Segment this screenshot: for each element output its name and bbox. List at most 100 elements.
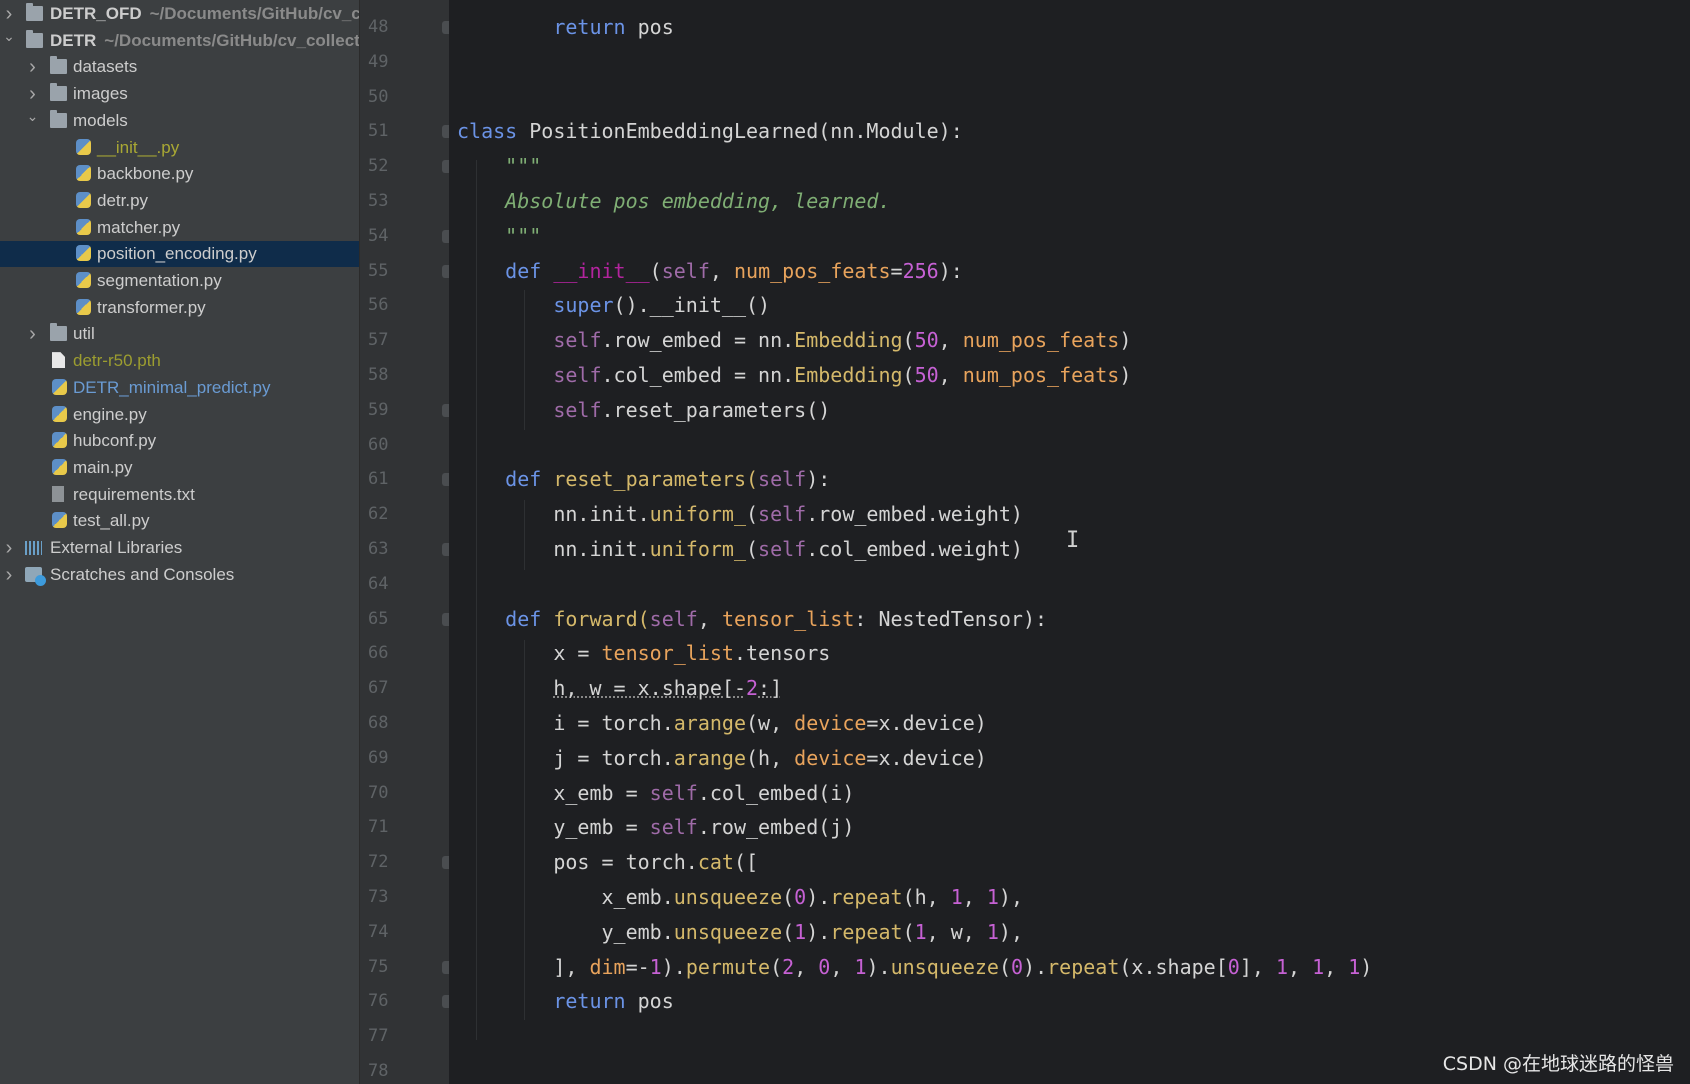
python-file-icon [76, 191, 91, 208]
code-token: tensor_list [601, 641, 734, 666]
chevron-right-icon[interactable]: › [26, 321, 40, 347]
code-token: class [457, 119, 518, 144]
code-line[interactable]: return pos [457, 984, 673, 1019]
python-file-icon [76, 218, 91, 235]
line-number: 64 [368, 573, 389, 594]
line-number: 49 [368, 51, 389, 72]
line-number: 60 [368, 434, 389, 455]
code-line[interactable]: """ [457, 219, 541, 254]
code-line[interactable]: self.reset_parameters() [457, 393, 830, 428]
code-token: permute [685, 954, 771, 979]
code-line[interactable]: Absolute pos embedding, learned. [457, 184, 890, 219]
code-line[interactable]: nn.init.uniform_(self.row_embed.weight) [457, 497, 1023, 532]
chevron-right-icon[interactable]: › [26, 81, 40, 107]
tree-item-text: detr.py [97, 188, 148, 214]
code-token: , [1324, 954, 1349, 979]
code-line[interactable]: """ [457, 149, 541, 184]
tree-item[interactable]: test_all.py [0, 508, 359, 534]
tree-item[interactable]: › Scratches and Consoles [0, 562, 359, 588]
code-token: = [890, 258, 903, 283]
code-line[interactable]: y_emb = self.row_embed(j) [457, 810, 854, 845]
code-token: : NestedTensor): [854, 606, 1048, 631]
code-line[interactable]: return pos [457, 10, 673, 45]
tree-item-label: transformer.py [97, 297, 206, 317]
code-token: ], [553, 954, 590, 979]
code-line[interactable]: i = torch.arange(w, device=x.device) [457, 706, 987, 741]
code-line[interactable]: x_emb = self.col_embed(i) [457, 776, 854, 811]
tree-item-text: position_encoding.py [97, 241, 257, 267]
tree-item[interactable]: hubconf.py [0, 428, 359, 454]
code-line[interactable]: y_emb.unsqueeze(1).repeat(1, w, 1), [457, 915, 1024, 950]
python-file-icon [76, 298, 91, 315]
code-line[interactable]: x = tensor_list.tensors [457, 636, 830, 671]
code-line[interactable]: h, w = x.shape[-2:] [457, 671, 782, 706]
tree-item[interactable]: DETR_minimal_predict.py [0, 375, 359, 401]
code-token: 1 [1348, 954, 1361, 979]
chevron-right-icon[interactable]: › [2, 1, 16, 27]
line-number: 55 [368, 260, 389, 281]
tree-item[interactable]: › DETR_OFD ~/Documents/GitHub/cv_c [0, 1, 359, 27]
tree-item[interactable]: › images [0, 81, 359, 107]
code-token: 1 [1275, 954, 1288, 979]
chevron-down-icon[interactable]: ⌄ [26, 108, 40, 129]
code-line[interactable]: pos = torch.cat([ [457, 845, 758, 880]
tree-item-label: External Libraries [50, 538, 183, 557]
code-token: self [758, 537, 807, 561]
tree-item[interactable]: requirements.txt [0, 482, 359, 508]
code-token: self [758, 467, 807, 492]
code-line[interactable]: class PositionEmbeddingLearned(nn.Module… [457, 114, 963, 149]
code-line[interactable]: x_emb.unsqueeze(0).repeat(h, 1, 1), [457, 880, 1024, 915]
tree-item[interactable]: ⌄ DETR ~/Documents/GitHub/cv_collect [0, 28, 359, 54]
code-line[interactable]: def forward(self, tensor_list: NestedTen… [457, 602, 1047, 637]
tree-item[interactable]: segmentation.py [0, 268, 359, 294]
tree-item[interactable]: __init__.py [0, 135, 359, 161]
code-line[interactable]: super().__init__() [457, 288, 770, 323]
code-token: y_emb = [553, 815, 650, 840]
code-token: (h, [746, 745, 795, 770]
code-line[interactable]: def __init__(self, num_pos_feats=256): [457, 254, 963, 289]
tree-item-text: engine.py [73, 402, 147, 428]
code-token: 1 [794, 919, 807, 944]
tree-item-text: detr-r50.pth [73, 348, 161, 374]
code-line[interactable]: nn.init.uniform_(self.col_embed.weight) [457, 532, 1023, 567]
tree-item-label: backbone.py [97, 164, 194, 184]
code-token: nn.init. [553, 502, 650, 527]
line-number: 65 [368, 608, 389, 629]
tree-item[interactable]: main.py [0, 455, 359, 481]
tree-item[interactable]: matcher.py [0, 215, 359, 241]
tree-item-text: matcher.py [97, 215, 180, 241]
code-token: ( [745, 537, 759, 561]
code-token: 1 [986, 919, 999, 944]
line-number: 73 [368, 887, 389, 907]
chevron-right-icon[interactable]: › [2, 562, 16, 588]
code-line[interactable]: self.col_embed = nn.Embedding(50, num_po… [457, 358, 1131, 393]
tree-item[interactable]: ⌄ models [0, 108, 359, 134]
tree-item[interactable]: › datasets [0, 54, 359, 80]
tree-item[interactable]: detr.py [0, 188, 359, 214]
chevron-down-icon[interactable]: ⌄ [2, 28, 16, 49]
tree-item[interactable]: position_encoding.py [0, 241, 359, 268]
tree-item[interactable]: engine.py [0, 402, 359, 428]
folder-icon [49, 56, 67, 75]
code-token: self [649, 815, 698, 840]
code-line[interactable]: self.row_embed = nn.Embedding(50, num_po… [457, 323, 1131, 358]
line-number: 53 [368, 191, 389, 211]
code-token: 1 [854, 954, 867, 979]
chevron-right-icon[interactable]: › [26, 54, 40, 80]
code-token: 0 [1011, 954, 1024, 979]
code-line[interactable]: def reset_parameters(self): [457, 462, 830, 497]
code-line[interactable]: ], dim=-1).permute(2, 0, 1).unsqueeze(0)… [457, 950, 1372, 985]
chevron-right-icon[interactable]: › [2, 535, 16, 561]
code-token: uniform_ [649, 502, 746, 527]
code-line[interactable]: j = torch.arange(h, device=x.device) [457, 741, 987, 776]
tree-item[interactable]: backbone.py [0, 161, 359, 187]
tree-item-text: util [73, 321, 95, 347]
tree-item[interactable]: › util [0, 321, 359, 347]
tree-item[interactable]: › External Libraries [0, 535, 359, 561]
tree-item[interactable]: detr-r50.pth [0, 348, 359, 374]
tree-item[interactable]: transformer.py [0, 295, 359, 321]
